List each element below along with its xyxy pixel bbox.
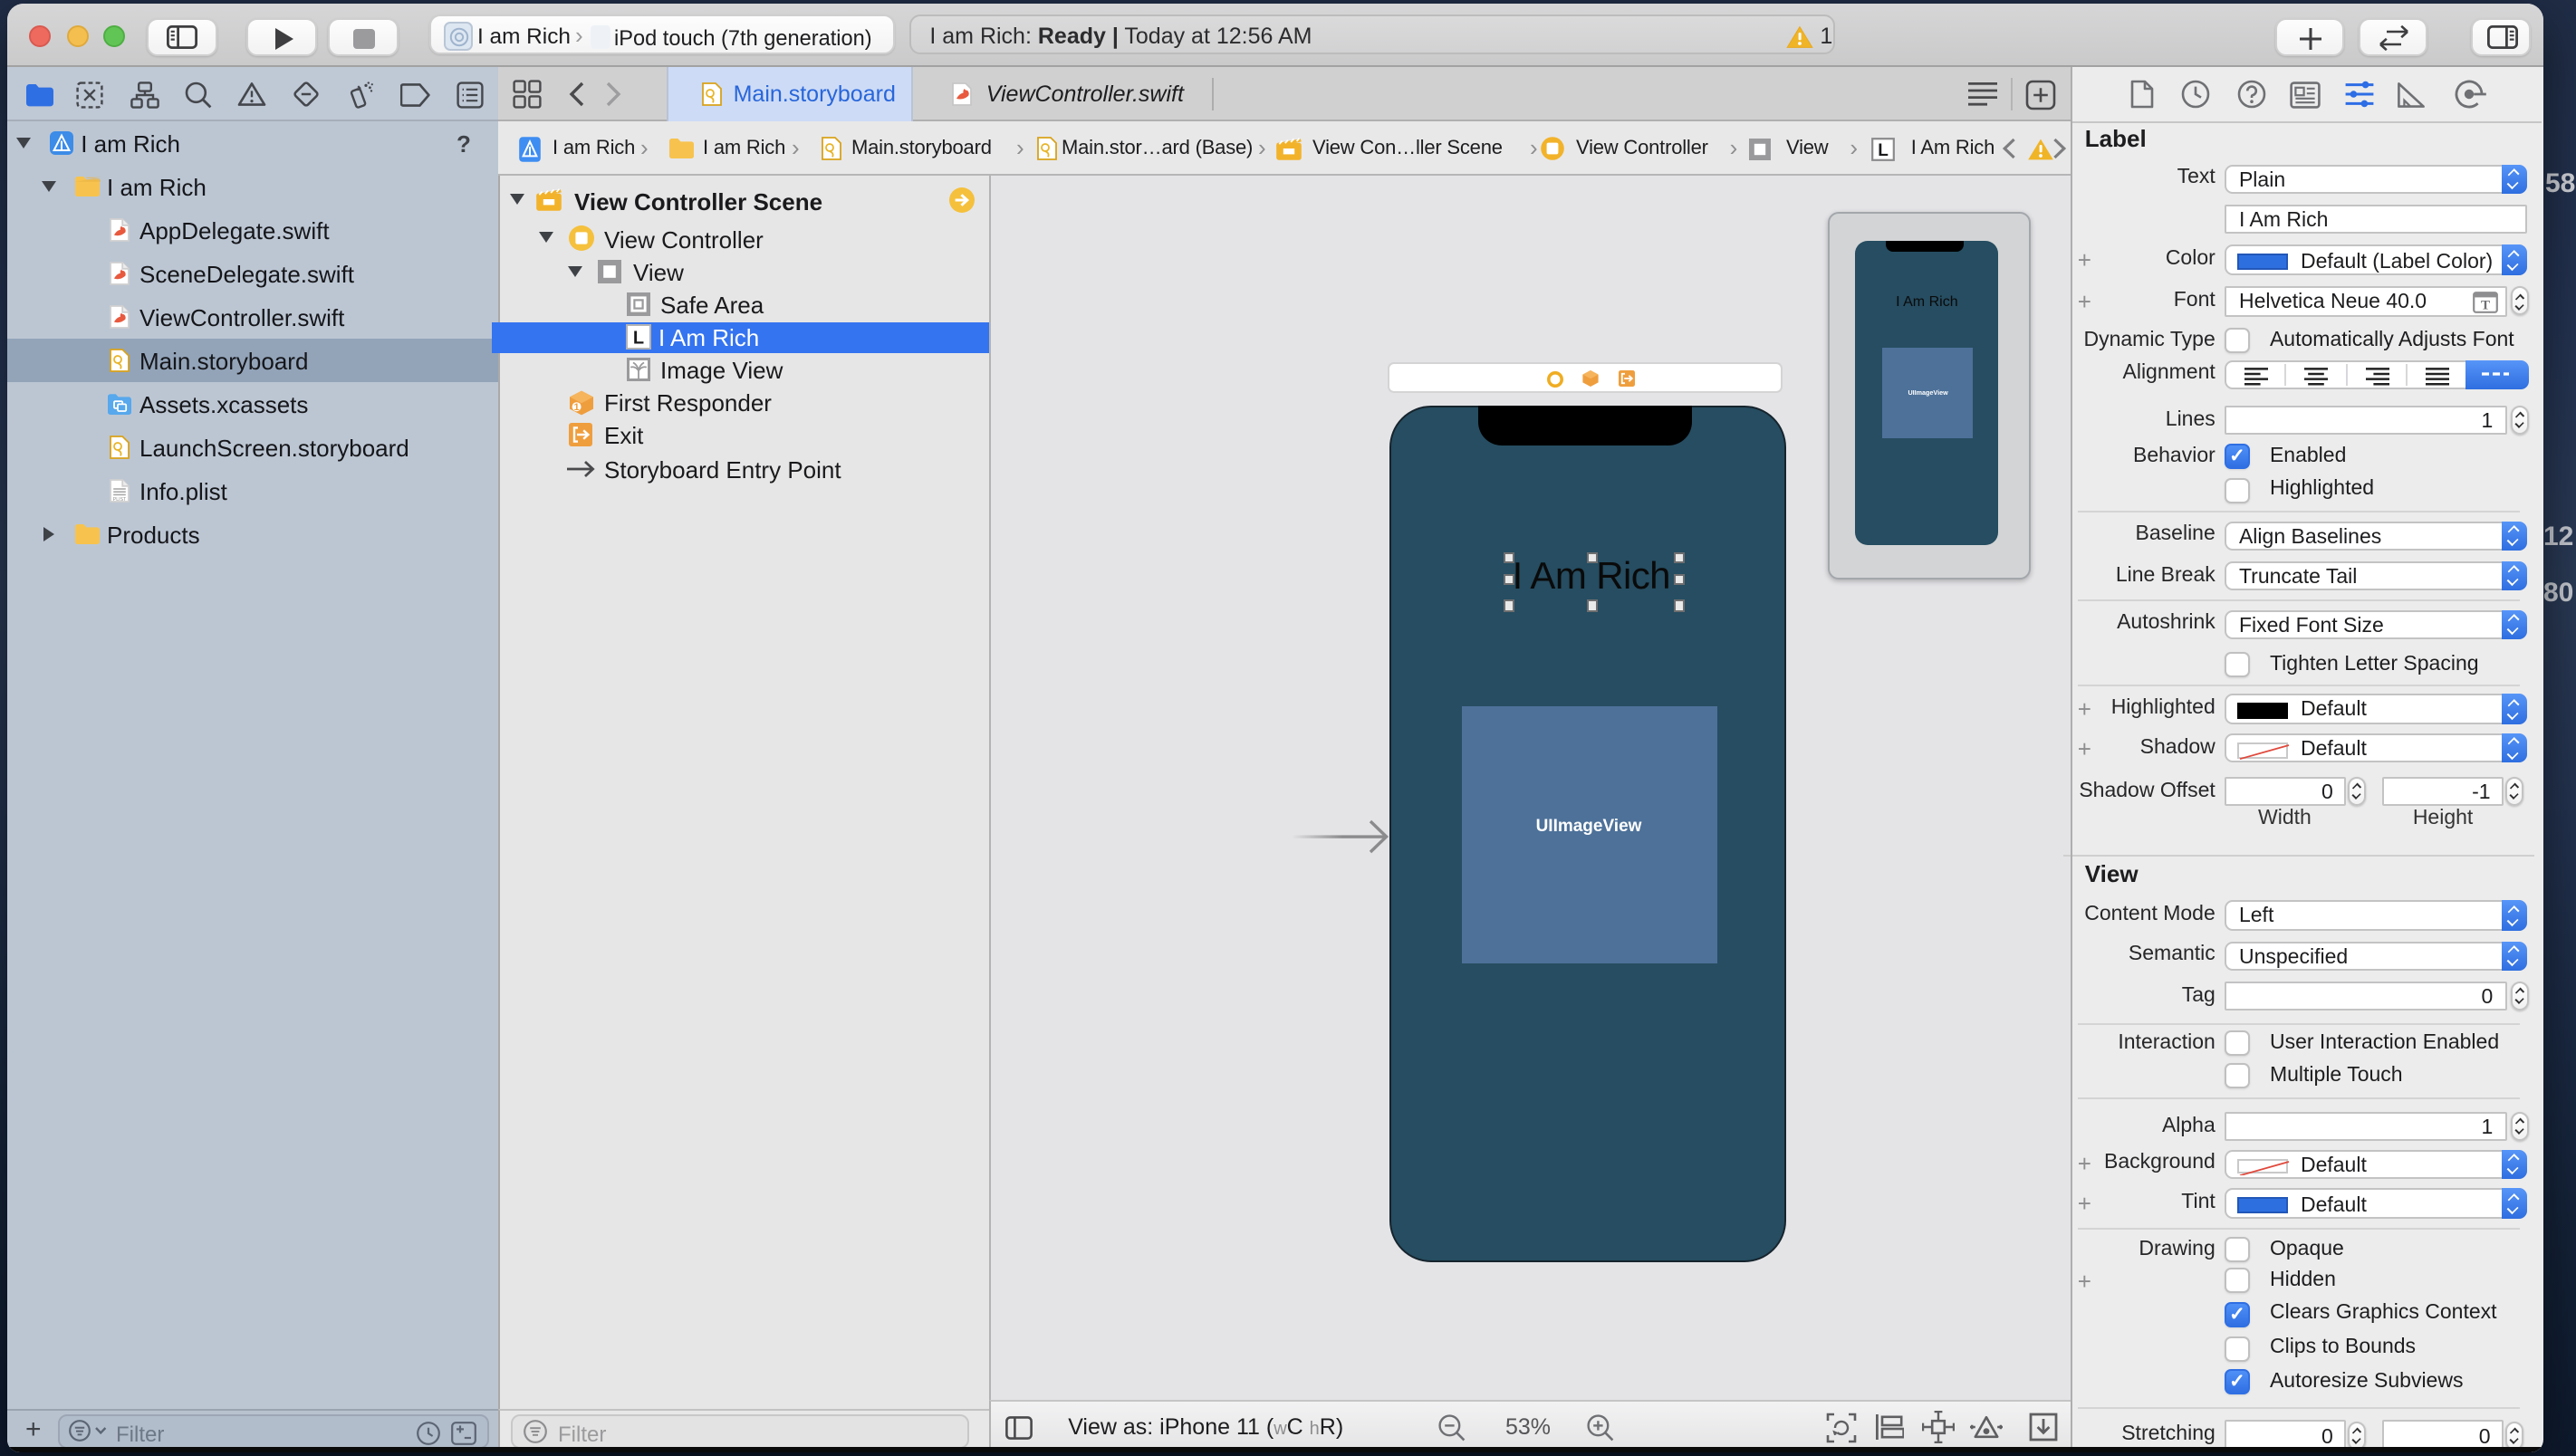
svg-text:L: L	[1879, 141, 1889, 160]
svg-text:PLIST: PLIST	[112, 498, 126, 503]
svg-text:T: T	[2481, 300, 2490, 314]
svg-text:1: 1	[573, 402, 579, 413]
svg-text:L: L	[633, 329, 644, 349]
